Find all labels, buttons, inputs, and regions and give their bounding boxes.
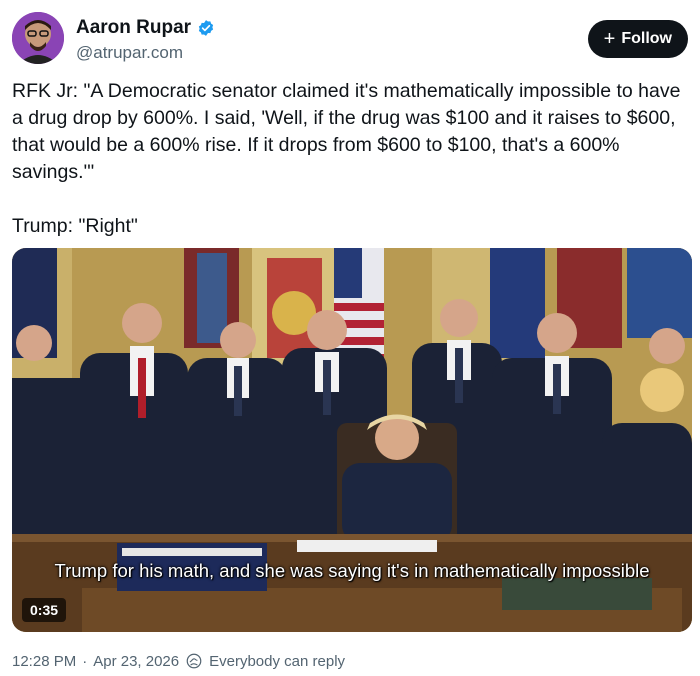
- video-player[interactable]: Trump for his math, and she was saying i…: [12, 248, 692, 632]
- video-duration: 0:35: [22, 598, 67, 622]
- reply-setting[interactable]: Everybody can reply: [209, 653, 345, 670]
- name-row: Aaron Rupar: [76, 17, 215, 39]
- tweet-time[interactable]: 12:28 PM: [12, 653, 76, 670]
- plus-icon: +: [603, 28, 616, 50]
- tweet-meta: 12:28 PM · Apr 23, 2026 Everybody can re…: [12, 652, 345, 670]
- follow-label: Follow: [621, 30, 672, 47]
- tweet-text: RFK Jr: "A Democratic senator claimed it…: [12, 80, 681, 237]
- reply-audience-icon: [186, 653, 202, 669]
- video-caption: Trump for his math, and she was saying i…: [54, 560, 650, 581]
- follow-button[interactable]: + Follow: [587, 20, 688, 58]
- meta-separator: ·: [82, 652, 88, 670]
- tweet-header: Aaron Rupar @atrupar.com + Follow: [12, 12, 688, 66]
- tweet-date[interactable]: Apr 23, 2026: [93, 653, 179, 670]
- verified-badge-icon: [198, 20, 214, 36]
- avatar[interactable]: [12, 12, 64, 64]
- handle[interactable]: @atrupar.com: [76, 43, 183, 63]
- display-name[interactable]: Aaron Rupar: [76, 17, 191, 39]
